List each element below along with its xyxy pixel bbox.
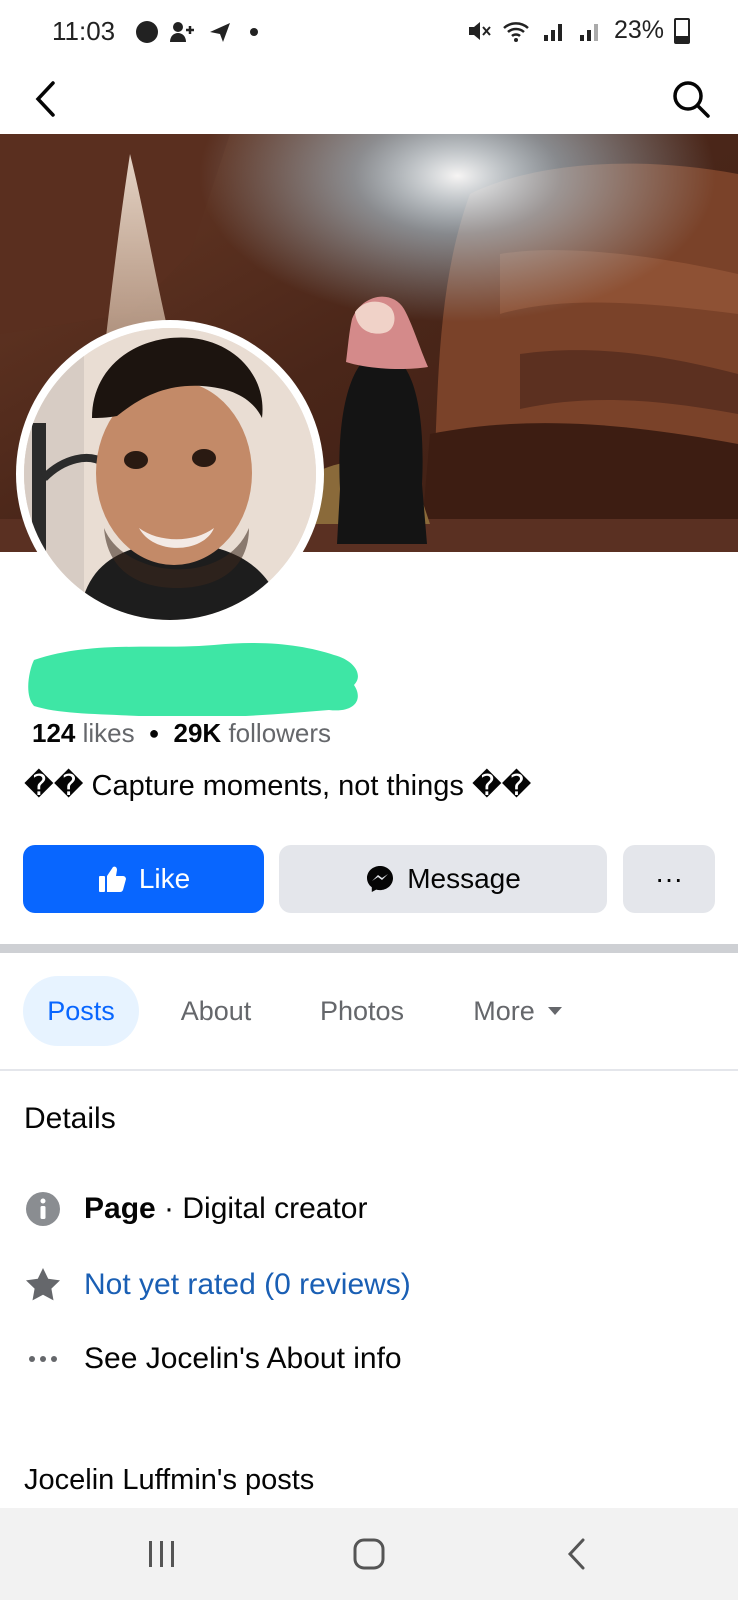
detail-rating[interactable]: Not yet rated (0 reviews) [24, 1266, 411, 1304]
status-system-icons: 23% [466, 16, 690, 45]
tab-about[interactable]: About [160, 976, 272, 1046]
tab-about-label: About [180, 995, 252, 1026]
followers-label: followers [228, 718, 332, 748]
info-icon [24, 1190, 62, 1228]
avatar [24, 328, 316, 620]
top-bar [0, 64, 738, 134]
mute-icon [468, 21, 491, 40]
signal-icon [543, 23, 562, 41]
likes-stat[interactable]: 124 likes [32, 718, 135, 749]
dots-icon: ··· [655, 863, 683, 894]
home-icon [353, 1538, 385, 1570]
search-button[interactable] [664, 72, 718, 126]
more-notifications-dot [250, 28, 258, 36]
message-label: Message [407, 863, 521, 894]
redaction-mark [28, 643, 358, 718]
posts-section-title: Jocelin Luffmin's posts [24, 1464, 315, 1496]
signal-icon-2 [579, 23, 598, 41]
tab-more-label: More [473, 995, 535, 1026]
avatar-image [24, 328, 316, 620]
recent-apps-button[interactable] [130, 1522, 194, 1586]
back-button[interactable] [22, 72, 70, 126]
page-bio: �� Capture moments, not things �� [24, 770, 532, 802]
stats-separator: ● [148, 723, 160, 743]
messenger-icon [367, 866, 394, 892]
status-time: 11:03 [52, 16, 116, 46]
page-name-redacted [24, 640, 364, 718]
message-button[interactable]: Message [279, 845, 607, 913]
system-nav-bar [0, 1508, 738, 1600]
dots-horizontal-icon [24, 1340, 62, 1378]
status-bar: 11:03 23% [0, 0, 738, 64]
notification-icon [136, 21, 158, 43]
profile-picture[interactable] [16, 320, 324, 628]
status-notification-icons [136, 20, 258, 44]
likes-label: likes [82, 718, 135, 748]
tab-more[interactable]: More [456, 976, 580, 1046]
details-heading: Details [24, 1102, 116, 1135]
recent-apps-icon [149, 1541, 174, 1567]
action-buttons: Like Message ··· [23, 845, 715, 913]
section-divider [0, 944, 738, 953]
followers-stat[interactable]: 29K followers [174, 718, 332, 749]
detail-about-link[interactable]: See Jocelin's About info [24, 1340, 402, 1378]
category-text: Page · Digital creator [84, 1192, 367, 1226]
tab-photos[interactable]: Photos [300, 976, 424, 1046]
like-label: Like [138, 863, 191, 894]
star-icon [24, 1266, 62, 1304]
chevron-left-icon [567, 1538, 585, 1570]
likes-count: 124 [32, 718, 76, 748]
caret-down-icon [547, 1007, 562, 1015]
tab-photos-label: Photos [319, 995, 405, 1026]
about-info-text: See Jocelin's About info [84, 1342, 402, 1375]
home-button[interactable] [337, 1522, 401, 1586]
more-actions-button[interactable]: ··· [623, 845, 715, 913]
category-bold: Page [84, 1192, 156, 1225]
send-icon [210, 23, 230, 42]
followers-count: 29K [173, 718, 222, 748]
rating-link[interactable]: Not yet rated (0 reviews) [84, 1268, 411, 1302]
category-rest: · Digital creator [155, 1192, 368, 1225]
battery-level: 23% [613, 16, 664, 44]
search-icon [673, 81, 710, 118]
wifi-icon [503, 21, 529, 42]
tab-posts[interactable]: Posts [23, 976, 139, 1046]
battery-icon [674, 17, 690, 44]
page-stats: 124 likes ● 29K followers [32, 718, 331, 749]
tab-posts-label: Posts [47, 995, 115, 1026]
like-button[interactable]: Like [23, 845, 264, 913]
tabs-divider [0, 1069, 738, 1071]
back-arrow-icon [35, 81, 55, 117]
thumbs-up-icon [98, 866, 126, 892]
system-back-button[interactable] [544, 1522, 608, 1586]
detail-category: Page · Digital creator [24, 1190, 367, 1228]
profile-tabs: Posts About Photos More [0, 976, 738, 1046]
person-add-icon [170, 22, 194, 42]
